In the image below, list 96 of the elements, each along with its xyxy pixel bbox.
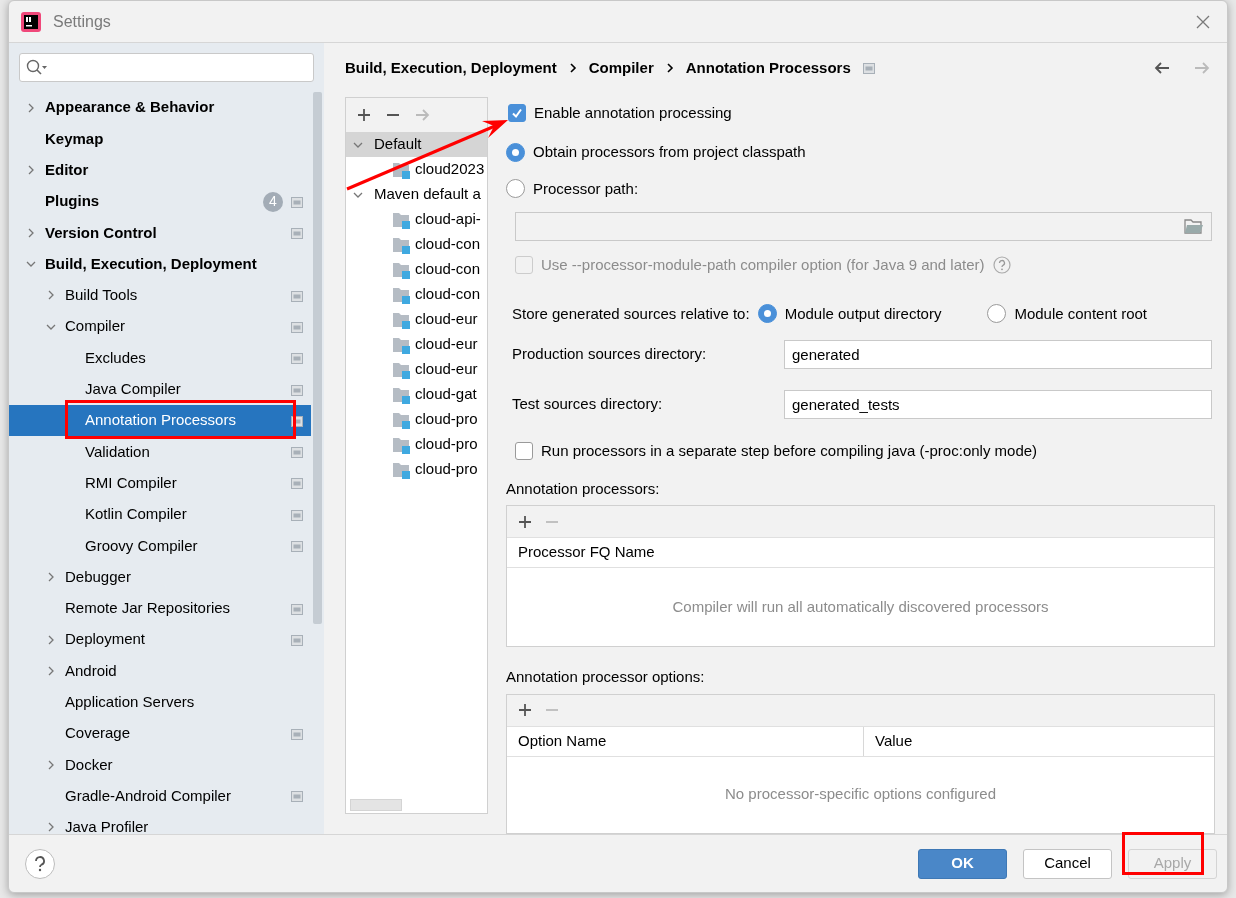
sidebar-item[interactable]: Groovy Compiler [9,530,311,562]
radio-option[interactable]: Obtain processors from project classpath [506,141,1215,164]
ok-button[interactable]: OK [918,848,1007,879]
sidebar-item[interactable]: Excludes [9,342,311,374]
module-icon [392,385,410,404]
tree-item[interactable]: Maven default a [346,182,487,207]
arrow-left-icon [1153,60,1171,76]
radio-option[interactable]: Processor path: [506,177,1215,200]
tree-item[interactable]: cloud-eur [346,357,487,382]
sidebar-item[interactable]: Android [9,655,311,687]
help-icon [992,256,1011,275]
module-icon [392,360,410,379]
sidebar-item[interactable]: Appearance & Behavior [9,92,311,124]
sidebar-item[interactable]: Build, Execution, Deployment [9,248,311,280]
chevron-right-icon [665,62,674,74]
field-label: Store generated sources relative to: [512,303,750,324]
dialog-button[interactable]: Cancel [1023,848,1112,879]
text-field[interactable]: generated_tests [784,390,1212,419]
module-icon [392,310,410,329]
tree-item[interactable]: cloud-con [346,257,487,282]
module-icon [392,235,410,254]
sidebar-item[interactable]: Java Profiler [9,811,311,834]
breadcrumb-item: Compiler [588,57,654,78]
run-separately-checkbox[interactable]: Run processors in a separate step before compiling java (-proc:only mode) [515,440,1215,463]
tree-item[interactable]: cloud-pro [346,432,487,457]
sidebar-item[interactable]: Validation [9,436,311,468]
enable-checkbox[interactable]: Enable annotation processing [508,103,1215,123]
breadcrumb-item: Annotation Processors [685,57,851,78]
sidebar-item[interactable]: Deployment [9,624,311,656]
sidebar-item[interactable]: Plugins 4 [9,185,311,218]
radio-option[interactable]: Module output directory [757,302,942,325]
sidebar-item[interactable]: Remote Jar Repositories [9,592,311,625]
sidebar-item[interactable]: Version Control [9,217,311,249]
text-field[interactable]: generated [784,340,1212,369]
column-header[interactable]: Processor FQ Name [507,538,666,567]
section-label: Annotation processors: [506,478,661,499]
search-icon [26,59,48,77]
module-icon [392,285,410,304]
close-icon [1195,14,1211,31]
tree-item[interactable]: cloud-pro [346,407,487,432]
module-icon [392,435,410,454]
sidebar-item[interactable]: Docker [9,749,311,781]
plus-icon [517,513,533,530]
sidebar-item[interactable]: RMI Compiler [9,467,311,499]
module-icon [392,210,410,229]
radio-option[interactable]: Module content root [987,302,1147,325]
module-icon [392,460,410,479]
sidebar-item[interactable]: Coverage [9,717,311,750]
arrow-right-icon [1193,60,1211,76]
scrollbar-thumb[interactable] [350,799,402,811]
sidebar-item[interactable]: Editor [9,154,311,186]
empty-message: No processor-specific options configured [724,784,997,805]
minus-icon [545,520,559,523]
arrow-right-icon [414,107,430,123]
help-button[interactable] [25,848,55,879]
module-icon [392,260,410,279]
count-badge: 4 [263,191,283,212]
sidebar-item[interactable]: Compiler [9,311,311,343]
tree-item[interactable]: cloud-gat [346,382,487,407]
empty-message: Compiler will run all automatically discovered processors [671,596,1050,617]
page-icon [862,62,875,74]
field-label: Production sources directory: [511,344,708,365]
tree-item[interactable]: Default [346,132,487,157]
sidebar-item[interactable]: Java Compiler [9,373,311,405]
chevron-right-icon [568,62,577,74]
plus-icon [517,702,533,718]
window-title: Settings [53,11,111,32]
minus-icon [545,709,559,711]
module-icon [392,335,410,354]
sidebar-item[interactable]: Build Tools [9,279,311,312]
folder-icon [1184,217,1204,235]
scrollbar-thumb[interactable] [313,92,322,624]
sidebar-item[interactable]: Kotlin Compiler [9,498,311,531]
tree-item[interactable]: cloud2023 [346,157,487,182]
sidebar-item[interactable]: Keymap [9,123,311,155]
tree-item[interactable]: cloud-con [346,282,487,307]
search-field[interactable] [19,53,314,82]
column-header[interactable]: Option Name [507,726,863,756]
tree-item[interactable]: cloud-pro [346,457,487,482]
breadcrumb-item: Build, Execution, Deployment [345,57,557,78]
question-mark-icon [33,855,47,872]
column-header[interactable]: Value [863,726,924,756]
minus-icon [386,114,400,116]
field-label: Test sources directory: [511,394,664,415]
tree-item[interactable]: cloud-con [346,232,487,257]
tree-item[interactable]: cloud-api- [346,207,487,232]
sidebar-item[interactable]: Gradle-Android Compiler [9,780,311,812]
sidebar-item[interactable]: Debugger [9,561,311,593]
tree-item[interactable]: cloud-eur [346,332,487,357]
sidebar-item[interactable]: Application Servers [9,686,311,718]
plus-icon [356,107,372,123]
module-icon [392,410,410,429]
check-icon [511,107,523,119]
app-logo-icon [21,11,41,32]
section-label: Annotation processor options: [506,667,706,687]
tree-item[interactable]: cloud-eur [346,307,487,332]
